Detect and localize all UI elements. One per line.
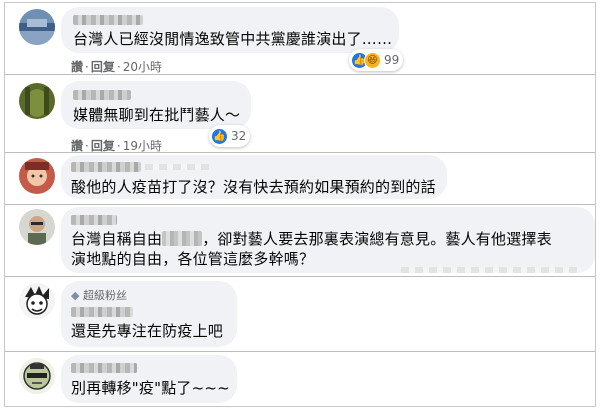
author-name[interactable] xyxy=(71,215,117,225)
author-name[interactable] xyxy=(73,15,143,25)
comment-bubble: ◆ 超級粉丝 還是先專注在防疫上吧 xyxy=(61,281,237,347)
thumbs-up-icon: 👍 xyxy=(211,127,228,145)
author-name[interactable] xyxy=(73,90,131,100)
comment-text: 還是先專注在防疫上吧 xyxy=(71,322,224,340)
like-link[interactable]: 讚 xyxy=(71,139,83,153)
timestamp[interactable]: 19小時 xyxy=(123,139,162,153)
divider xyxy=(5,152,595,153)
like-link[interactable]: 讚 xyxy=(71,60,83,74)
reaction-count: 99 xyxy=(384,53,400,67)
comment-bubble: 媒體無聊到在批鬥藝人～ xyxy=(61,81,251,129)
author-name[interactable] xyxy=(71,162,141,172)
olive-avatar-image xyxy=(19,83,55,119)
comment-bubble: 酸他的人疫苗打了沒？沒有快去預約如果預約的到的話 xyxy=(61,155,447,199)
redacted-word xyxy=(162,231,203,246)
comment-text-line2: 演地點的自由，各位管這麼多幹嗎？ xyxy=(71,250,315,268)
avatar[interactable] xyxy=(19,358,55,394)
manga-avatar-image xyxy=(19,283,55,319)
comment-text-part: 台灣自稱自由 xyxy=(71,230,163,248)
redacted-line xyxy=(401,267,581,273)
comment-text-part: ，卻對藝人要去那裏表演總有意見。藝人有他選擇表 xyxy=(202,230,552,248)
comment-bubble: 台灣自稱自由 ，卻對藝人要去那裏表演總有意見。藝人有他選擇表 演地點的自由，各位管… xyxy=(61,207,595,273)
badge-label: 超級粉丝 xyxy=(82,289,127,302)
avatar[interactable] xyxy=(19,283,55,319)
man-avatar-image xyxy=(19,209,55,245)
author-name[interactable] xyxy=(71,307,133,317)
landscape-avatar-image xyxy=(19,9,55,45)
reply-link[interactable]: 回复 xyxy=(91,139,115,153)
comment-bubble: 別再轉移"疫"點了~~~ xyxy=(61,355,237,403)
avatar[interactable] xyxy=(19,209,55,245)
reaction-summary[interactable]: 👍 32 xyxy=(209,125,251,147)
avatar[interactable] xyxy=(19,83,55,119)
reaction-summary[interactable]: 👍 😆 99 xyxy=(349,49,404,71)
reply-link[interactable]: 回复 xyxy=(91,60,115,74)
reaction-count: 32 xyxy=(231,129,247,143)
author-name[interactable] xyxy=(71,363,137,373)
comment-text: 酸他的人疫苗打了沒？沒有快去預約如果預約的到的話 xyxy=(71,178,436,196)
separator: · xyxy=(85,139,89,153)
top-fan-badge: ◆ 超級粉丝 xyxy=(71,287,127,303)
separator: · xyxy=(85,60,89,74)
diamond-icon: ◆ xyxy=(71,289,80,302)
timestamp[interactable]: 20小時 xyxy=(123,60,162,74)
divider xyxy=(5,204,595,205)
comment-text: 媒體無聊到在批鬥藝人～ xyxy=(73,106,241,124)
divider xyxy=(5,276,595,277)
comment-text: 台灣人已經沒閒情逸致管中共黨慶誰演出了…… xyxy=(73,30,393,48)
comments-panel: 台灣人已經沒閒情逸致管中共黨慶誰演出了…… 👍 😆 99 讚 · 回复 · 20小時 媒… xyxy=(4,2,596,407)
avatar[interactable] xyxy=(19,9,55,45)
haha-icon: 😆 xyxy=(364,51,381,69)
divider xyxy=(5,74,595,75)
separator: · xyxy=(116,60,121,74)
comment-meta: 讚 · 回复 · 20小時 xyxy=(71,58,162,75)
separator: · xyxy=(116,139,121,153)
cartoon-avatar-image xyxy=(19,358,55,394)
child-avatar-image xyxy=(19,158,55,194)
comment-text-line1: 台灣自稱自由 ，卻對藝人要去那裏表演總有意見。藝人有他選擇表 xyxy=(71,229,552,249)
comment-text: 別再轉移"疫"點了~~~ xyxy=(71,379,230,397)
comment-bubble: 台灣人已經沒閒情逸致管中共黨慶誰演出了…… xyxy=(61,7,399,53)
avatar[interactable] xyxy=(19,158,55,194)
redacted-line xyxy=(145,164,209,170)
divider xyxy=(5,351,595,352)
